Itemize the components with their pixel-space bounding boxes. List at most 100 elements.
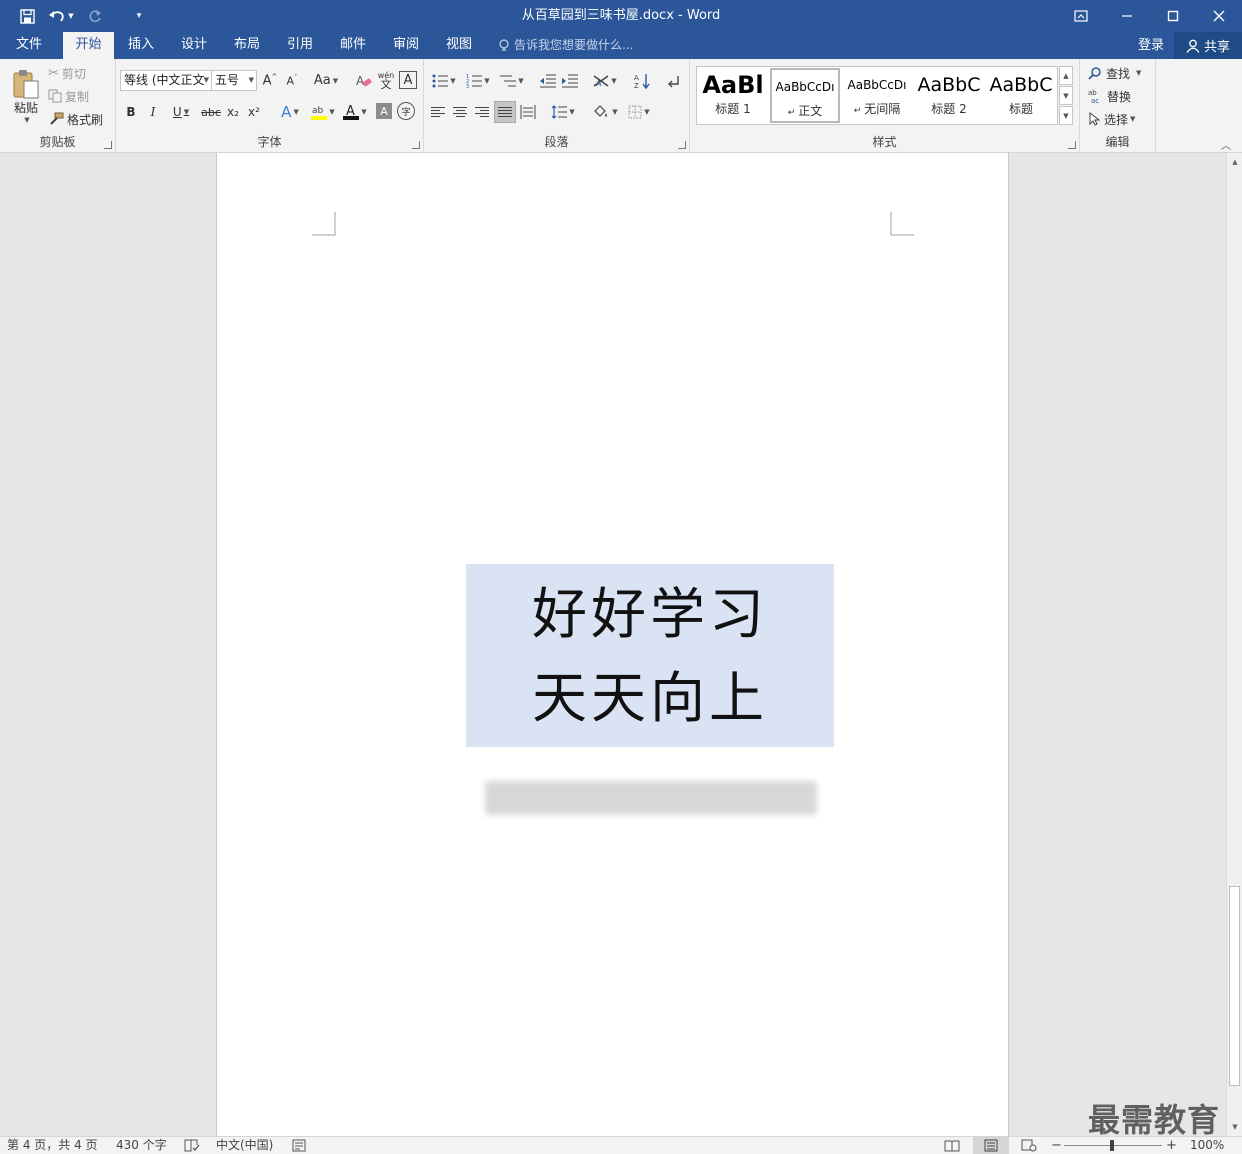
style-heading2[interactable]: AaBbC 标题 2 xyxy=(914,68,984,123)
redo-button[interactable] xyxy=(78,0,112,32)
tab-home[interactable]: 开始 xyxy=(63,32,114,59)
align-left-button[interactable] xyxy=(428,101,448,123)
tab-references[interactable]: 引用 xyxy=(279,32,321,59)
vertical-scrollbar[interactable]: ▲ ▼ xyxy=(1226,153,1242,1136)
font-name-combo[interactable]: 等线 (中文正文 ▼ xyxy=(120,70,212,91)
cut-button[interactable]: ✂ 剪切 xyxy=(48,63,86,83)
word-count[interactable]: 430 个字 xyxy=(116,1137,167,1154)
font-color-button[interactable]: A ▼ xyxy=(340,101,370,123)
web-layout-button[interactable] xyxy=(1021,1139,1037,1154)
paste-button[interactable]: 粘贴 ▼ xyxy=(8,63,44,129)
numbering-button[interactable]: 123 ▼ xyxy=(462,70,494,91)
font-size-combo[interactable]: 五号 ▼ xyxy=(211,70,257,91)
shading-button[interactable]: ▼ xyxy=(590,101,620,123)
align-right-button[interactable] xyxy=(472,101,492,123)
styles-scroll-down-button[interactable]: ▼ xyxy=(1059,86,1073,105)
character-border-button[interactable]: A xyxy=(399,71,417,89)
login-link[interactable]: 登录 xyxy=(1138,32,1164,59)
proofing-button[interactable] xyxy=(184,1139,200,1154)
zoom-level[interactable]: 100% xyxy=(1190,1137,1224,1154)
svg-text:A: A xyxy=(356,74,365,88)
scrollbar-thumb[interactable] xyxy=(1229,886,1240,1086)
find-button[interactable]: 查找 ▼ xyxy=(1088,63,1141,83)
styles-more-button[interactable]: ▼ xyxy=(1059,106,1073,125)
bullets-button[interactable]: ▼ xyxy=(428,70,460,91)
grow-font-button[interactable]: A^ xyxy=(260,70,280,91)
font-launcher-icon[interactable] xyxy=(412,141,420,149)
increase-indent-button[interactable] xyxy=(560,70,580,91)
zoom-out-button[interactable]: − xyxy=(1051,1137,1062,1154)
enclose-characters-button[interactable]: 字 xyxy=(397,102,415,120)
phonetic-guide-button[interactable]: wén 文 xyxy=(376,68,396,92)
minimize-button[interactable] xyxy=(1104,0,1150,32)
subscript-button[interactable]: x₂ xyxy=(223,101,243,123)
style-normal[interactable]: AaBbCcDı ↵ 正文 xyxy=(770,68,840,123)
close-button[interactable] xyxy=(1196,0,1242,32)
select-button[interactable]: 选择 ▼ xyxy=(1088,109,1135,129)
phonetic-guide-char: 文 xyxy=(380,78,392,91)
multilevel-list-button[interactable]: ▼ xyxy=(496,70,528,91)
text-effects-button[interactable]: A ▼ xyxy=(276,101,304,123)
tab-review[interactable]: 审阅 xyxy=(385,32,427,59)
plus-icon: + xyxy=(1166,1138,1177,1153)
tab-file[interactable]: 文件 xyxy=(6,32,52,59)
maximize-button[interactable] xyxy=(1150,0,1196,32)
line-spacing-button[interactable]: ▼ xyxy=(548,101,578,123)
collapse-ribbon-button[interactable]: ︿ xyxy=(1218,137,1234,152)
change-case-button[interactable]: Aa ▼ xyxy=(310,70,342,91)
document-page[interactable]: 好好学习 天天向上 xyxy=(216,153,1009,1136)
distributed-button[interactable] xyxy=(518,101,538,123)
show-marks-button[interactable] xyxy=(664,70,684,91)
align-center-button[interactable] xyxy=(450,101,470,123)
scroll-down-button[interactable]: ▼ xyxy=(1227,1120,1242,1134)
tab-layout[interactable]: 布局 xyxy=(226,32,268,59)
clipboard-launcher-icon[interactable] xyxy=(104,141,112,149)
superscript-button[interactable]: x² xyxy=(244,101,264,123)
zoom-in-button[interactable]: + xyxy=(1166,1137,1177,1154)
close-icon xyxy=(1213,10,1225,22)
tab-mailings[interactable]: 邮件 xyxy=(332,32,374,59)
style-no-spacing[interactable]: AaBbCcDı ↵ 无间隔 xyxy=(842,68,912,123)
scroll-up-button[interactable]: ▲ xyxy=(1227,155,1242,169)
shrink-font-button[interactable]: Aˇ xyxy=(282,70,302,91)
paragraph-group: ▼ 123 ▼ ▼ A ▼ AZ ▼ ▼ ▼ 段落 xyxy=(424,59,690,153)
strikethrough-button[interactable]: abc xyxy=(199,101,223,123)
zoom-slider-thumb[interactable] xyxy=(1110,1140,1114,1151)
chinese-layout-button[interactable]: A ▼ xyxy=(590,70,620,91)
read-mode-button[interactable] xyxy=(944,1139,960,1154)
paragraph-launcher-icon[interactable] xyxy=(678,141,686,149)
styles-scroll-up-button[interactable]: ▲ xyxy=(1059,66,1073,85)
tell-me-search[interactable]: 告诉我您想要做什么... xyxy=(498,32,633,59)
format-painter-button[interactable]: 格式刷 xyxy=(48,109,103,129)
tab-insert[interactable]: 插入 xyxy=(120,32,162,59)
style-title[interactable]: AaBbC 标题 xyxy=(986,68,1056,123)
highlight-color-button[interactable]: ab ▼ xyxy=(308,101,338,123)
share-button[interactable]: 共享 xyxy=(1174,32,1242,59)
page-count[interactable]: 第 4 页，共 4 页 xyxy=(7,1137,98,1154)
clear-formatting-button[interactable]: A xyxy=(354,70,374,91)
character-shading-button[interactable]: A xyxy=(376,103,392,119)
style-heading1[interactable]: AaBl 标题 1 xyxy=(698,68,768,123)
language-indicator[interactable]: 中文(中国) xyxy=(216,1137,273,1154)
style-no-spacing-sample: AaBbCcDı xyxy=(847,78,907,92)
macro-button[interactable] xyxy=(292,1139,306,1154)
replace-label: 替换 xyxy=(1107,89,1132,104)
undo-button[interactable]: ▼ xyxy=(44,0,78,32)
customize-qat-button[interactable]: ▾ xyxy=(122,0,156,32)
tab-design[interactable]: 设计 xyxy=(173,32,215,59)
text-box[interactable]: 好好学习 天天向上 xyxy=(466,564,834,747)
bold-button[interactable]: B xyxy=(122,101,140,123)
replace-button[interactable]: ab ac 替换 xyxy=(1088,86,1131,106)
styles-launcher-icon[interactable] xyxy=(1068,141,1076,149)
italic-button[interactable]: I xyxy=(144,101,162,123)
ribbon-display-options-button[interactable] xyxy=(1058,0,1104,32)
justify-button[interactable] xyxy=(494,101,516,123)
save-button[interactable] xyxy=(10,0,44,32)
borders-button[interactable]: ▼ xyxy=(624,101,654,123)
print-layout-button[interactable] xyxy=(973,1137,1009,1154)
decrease-indent-button[interactable] xyxy=(538,70,558,91)
copy-button[interactable]: 复制 xyxy=(48,86,89,106)
tab-view[interactable]: 视图 xyxy=(438,32,480,59)
underline-button[interactable]: U ▼ xyxy=(166,101,196,123)
sort-button[interactable]: AZ xyxy=(632,70,652,91)
